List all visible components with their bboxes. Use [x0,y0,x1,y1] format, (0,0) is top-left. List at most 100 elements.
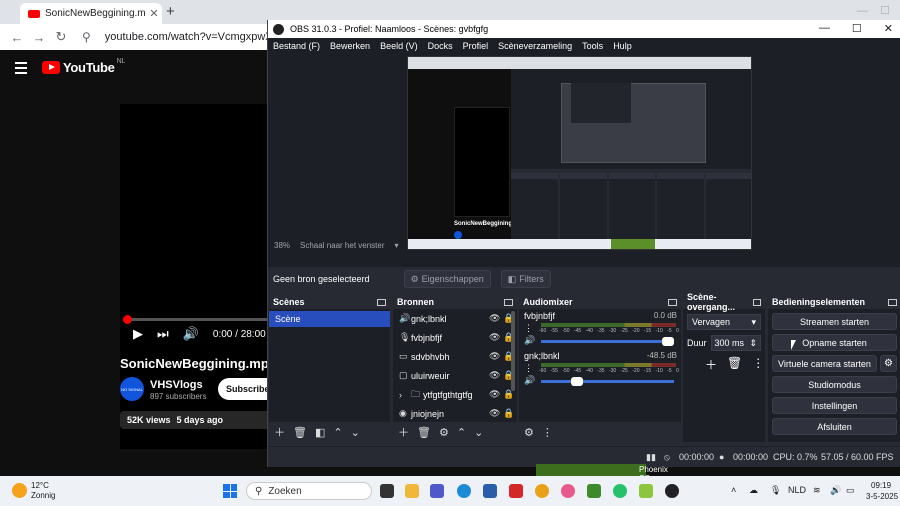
maximize-icon[interactable]: ☐ [852,22,862,35]
chrome-icon[interactable] [535,484,549,498]
menu-profile[interactable]: Profiel [463,41,489,51]
site-info-icon[interactable]: ⚲ [82,30,91,44]
add-icon[interactable]: ＋ [705,356,717,373]
play-icon[interactable]: ▶ [133,326,143,342]
move-down-icon[interactable]: ⌄ [474,426,483,439]
speaker-icon[interactable]: 🔊 [524,335,535,346]
undock-icon[interactable] [377,298,386,306]
gear-icon[interactable]: ⚙ [439,426,449,439]
settings-button[interactable]: Instellingen [772,397,897,414]
teams-icon[interactable] [430,484,444,498]
obs-preview-area[interactable]: SonicNewBeggining.mp4 [268,54,900,271]
add-icon[interactable]: ＋ [274,424,285,440]
menu-scene-collection[interactable]: Scèneverzameling [498,41,572,51]
microphone-icon[interactable]: 🎙 [770,485,781,496]
visibility-icon[interactable]: 👁 [489,408,503,419]
browser-tab[interactable]: SonicNewBeggining.mp4 - YouTube ✕ [20,3,162,24]
gear-icon[interactable]: ⚙ [524,426,534,439]
subscribe-button[interactable]: Subscribe [218,378,270,400]
mcafee-icon[interactable] [509,484,523,498]
chevron-up-icon[interactable]: ˄ [731,485,736,495]
taskbar-search[interactable]: ⚲ Zoeken [246,482,372,500]
filter-icon[interactable]: ◧ [315,426,325,439]
menu-view[interactable]: Beeld (V) [380,41,418,51]
more-options-icon[interactable]: ⋮ [524,323,533,334]
minimize-icon[interactable]: — [819,22,830,35]
clock-time[interactable]: 09:19 [871,481,891,490]
volume-knob[interactable] [571,377,584,386]
language-indicator[interactable]: NLD [788,485,806,495]
transition-select[interactable]: Vervagen ▾ [687,314,761,330]
address-bar[interactable]: youtube.com/watch?v=VcmgxpwXqis [105,31,287,43]
duration-input[interactable]: 300 ms ⇕ [710,335,761,351]
scale-dropdown-icon[interactable]: ▾ [395,241,399,250]
move-up-icon[interactable]: ⌃ [333,426,342,439]
volume-slider[interactable] [541,380,674,383]
trash-icon[interactable]: 🗑 [417,426,431,439]
lock-icon[interactable]: 🔒 [503,408,517,419]
volume-icon[interactable]: 🔊 [183,326,199,342]
more-options-icon[interactable]: ⋮ [752,356,764,373]
close-tab-icon[interactable]: ✕ [146,7,162,20]
preview-canvas[interactable]: SonicNewBeggining.mp4 [407,56,752,250]
weather-sun-icon[interactable] [12,483,27,498]
source-row[interactable]: 🎙 fvbjnbfjf 👁 🔒 [393,328,517,347]
volume-knob[interactable] [662,337,674,346]
clock-date[interactable]: 3-5-2025 [866,492,898,501]
next-icon[interactable]: ⏭ [157,326,169,342]
sources-scrollbar[interactable] [511,311,515,391]
menu-docks[interactable]: Docks [428,41,453,51]
more-options-icon[interactable]: ⋮ [524,363,533,374]
file-explorer-icon[interactable] [405,484,419,498]
start-streaming-button[interactable]: Streamen starten [772,313,897,330]
visibility-icon[interactable]: 👁 [489,370,503,381]
more-options-icon[interactable]: ⋮ [542,426,553,439]
speaker-icon[interactable]: 🔊 [524,375,535,386]
preview-scale-mode[interactable]: Schaal naar het venster [300,241,385,250]
exit-button[interactable]: Afsluiten [772,418,897,435]
virtual-camera-settings-icon[interactable]: ⚙ [880,355,897,372]
channel-avatar[interactable]: NO SIGNAL [120,377,144,401]
opera-icon[interactable] [561,484,575,498]
battery-icon[interactable]: ▭ [846,485,855,496]
source-row[interactable]: ◉ jniojnejn 👁 🔒 [393,404,517,423]
task-view-icon[interactable] [380,484,394,498]
browser-window-controls[interactable]: — ☐ [857,4,890,17]
undock-icon[interactable] [753,298,761,306]
visibility-icon[interactable]: 👁 [489,351,503,362]
wifi-icon[interactable]: ≋ [813,485,821,496]
store-icon[interactable] [483,484,497,498]
forward-icon[interactable]: → [28,30,50,45]
studio-mode-button[interactable]: Studiomodus [772,376,897,393]
back-icon[interactable]: ← [6,30,28,45]
cloud-icon[interactable]: ☁ [749,485,758,496]
volume-icon[interactable]: 🔊 [830,485,841,496]
menu-tools[interactable]: Tools [582,41,603,51]
scene-item[interactable]: Scène [269,311,390,327]
edge-icon[interactable] [457,484,471,498]
move-up-icon[interactable]: ⌃ [457,426,466,439]
undock-icon[interactable] [668,298,677,306]
filters-button[interactable]: ◧ Filters [500,270,551,288]
undock-icon[interactable] [888,298,897,306]
start-virtual-camera-button[interactable]: Virtuele camera starten [772,355,877,372]
visibility-icon[interactable]: 👁 [489,389,503,400]
channel-name[interactable]: VHSVlogs [150,379,203,391]
visibility-icon[interactable]: 👁 [489,332,503,343]
menu-help[interactable]: Hulp [613,41,632,51]
trash-icon[interactable]: 🗑 [293,426,307,439]
source-row[interactable]: 🔊 gnk;lbnkl 👁 🔒 [393,309,517,328]
menu-edit[interactable]: Bewerken [330,41,370,51]
trash-icon[interactable]: 🗑 [727,356,742,373]
reload-icon[interactable]: ↻ [50,29,72,45]
undock-icon[interactable] [504,298,513,306]
video-scrubber[interactable] [123,315,132,324]
menu-file[interactable]: Bestand (F) [273,41,320,51]
lock-icon[interactable]: 🔒 [503,389,517,400]
add-icon[interactable]: ＋ [398,424,409,440]
properties-button[interactable]: ⚙ Eigenschappen [403,270,491,288]
move-down-icon[interactable]: ⌄ [351,426,360,439]
minecraft-icon[interactable] [587,484,601,498]
visibility-icon[interactable]: 👁 [489,313,503,324]
source-row[interactable]: ▢ uluirweuir 👁 🔒 [393,366,517,385]
